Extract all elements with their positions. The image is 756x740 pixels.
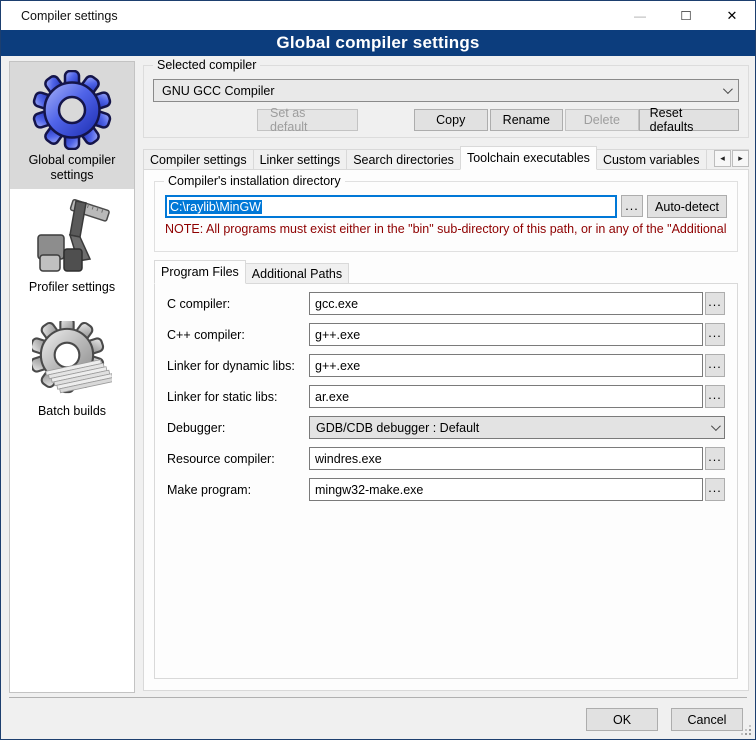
field-label: Make program:: [167, 483, 309, 497]
field-label: C++ compiler:: [167, 328, 309, 342]
sidebar-item-label: Profiler settings: [29, 280, 115, 295]
program-files-pane: C compiler: gcc.exe ... C++ compiler: g+…: [154, 283, 738, 679]
field-row-debugger: Debugger: GDB/CDB debugger : Default: [167, 416, 725, 439]
gear-stack-icon: [32, 321, 112, 401]
sidebar-item-label: Global compiler settings: [12, 153, 132, 183]
chevron-down-icon: [723, 84, 733, 94]
compiler-buttons-row: Set as default Copy Rename Delete Reset …: [153, 109, 739, 131]
dynamic-linker-input[interactable]: g++.exe: [309, 354, 703, 377]
field-label: Debugger:: [167, 421, 309, 435]
dialog-body: Global compiler settings Profiler settin…: [1, 56, 755, 739]
ellipsis-icon: ...: [708, 481, 721, 495]
installation-directory-row: C:\raylib\MinGW ... Auto-detect: [165, 195, 727, 218]
auto-detect-button[interactable]: Auto-detect: [647, 195, 727, 218]
ellipsis-icon: ...: [708, 450, 721, 464]
browse-static-linker-button[interactable]: ...: [705, 385, 725, 408]
page-title: Global compiler settings: [276, 33, 479, 53]
installation-directory-input[interactable]: C:\raylib\MinGW: [165, 195, 617, 218]
maximize-icon[interactable]: □: [663, 1, 709, 30]
settings-tabs: Compiler settings Linker settings Search…: [143, 146, 749, 170]
chevron-down-icon: [711, 421, 721, 431]
sidebar-item-global-compiler-settings[interactable]: Global compiler settings: [10, 62, 134, 189]
ok-button[interactable]: OK: [586, 708, 658, 731]
c-compiler-input[interactable]: gcc.exe: [309, 292, 703, 315]
minimize-icon[interactable]: —: [617, 1, 663, 30]
main-content: Selected compiler GNU GCC Compiler Set a…: [143, 56, 749, 691]
footer-buttons: OK Cancel: [586, 708, 743, 731]
tab-program-files[interactable]: Program Files: [154, 260, 246, 284]
settings-category-list: Global compiler settings Profiler settin…: [9, 61, 135, 693]
tab-linker-settings[interactable]: Linker settings: [253, 149, 348, 170]
browse-directory-button[interactable]: ...: [621, 195, 643, 217]
tab-custom-variables[interactable]: Custom variables: [596, 149, 707, 170]
tab-scroll-left-icon[interactable]: ◂: [714, 150, 731, 167]
sidebar-item-label: Batch builds: [38, 404, 106, 419]
field-row-c-compiler: C compiler: gcc.exe ...: [167, 292, 725, 315]
field-row-make-program: Make program: mingw32-make.exe ...: [167, 478, 725, 501]
field-row-resource-compiler: Resource compiler: windres.exe ...: [167, 447, 725, 470]
cpp-compiler-input[interactable]: g++.exe: [309, 323, 703, 346]
browse-make-program-button[interactable]: ...: [705, 478, 725, 501]
browse-c-compiler-button[interactable]: ...: [705, 292, 725, 315]
ellipsis-icon: ...: [708, 326, 721, 340]
group-legend: Selected compiler: [153, 58, 260, 73]
compiler-settings-dialog: Compiler settings — □ ✕ Global compiler …: [0, 0, 756, 740]
program-files-tabs: Program Files Additional Paths: [154, 260, 738, 284]
close-icon[interactable]: ✕: [709, 1, 755, 30]
group-legend: Compiler's installation directory: [164, 174, 345, 189]
tab-scroll-right-icon[interactable]: ▸: [732, 150, 749, 167]
compiler-select[interactable]: GNU GCC Compiler: [153, 79, 739, 102]
sidebar-item-profiler-settings[interactable]: Profiler settings: [10, 189, 134, 301]
window-title: Compiler settings: [21, 9, 118, 23]
gear-blue-icon: [32, 70, 112, 150]
caliper-icon: [32, 197, 112, 277]
tab-compiler-settings[interactable]: Compiler settings: [143, 149, 254, 170]
ellipsis-icon: ...: [708, 357, 721, 371]
field-row-cpp-compiler: C++ compiler: g++.exe ...: [167, 323, 725, 346]
sidebar-item-batch-builds[interactable]: Batch builds: [10, 313, 134, 425]
footer-divider: [9, 697, 747, 698]
dialog-header: Global compiler settings: [1, 30, 755, 56]
bin-subdirectory-note: NOTE: All programs must exist either in …: [165, 222, 727, 236]
browse-resource-compiler-button[interactable]: ...: [705, 447, 725, 470]
debugger-select-value: GDB/CDB debugger : Default: [316, 421, 479, 435]
tab-search-directories[interactable]: Search directories: [346, 149, 461, 170]
set-as-default-button[interactable]: Set as default: [257, 109, 358, 131]
static-linker-input[interactable]: ar.exe: [309, 385, 703, 408]
ellipsis-icon: ...: [625, 199, 638, 213]
resize-grip[interactable]: [741, 725, 751, 735]
cancel-button[interactable]: Cancel: [671, 708, 743, 731]
field-label: Resource compiler:: [167, 452, 309, 466]
tab-scroll-arrows: ◂ ▸: [711, 150, 749, 167]
selected-compiler-group: Selected compiler GNU GCC Compiler Set a…: [143, 65, 749, 138]
ellipsis-icon: ...: [708, 295, 721, 309]
ellipsis-icon: ...: [708, 388, 721, 402]
selected-text: C:\raylib\MinGW: [169, 200, 262, 214]
browse-dynamic-linker-button[interactable]: ...: [705, 354, 725, 377]
toolchain-executables-pane: Compiler's installation directory C:\ray…: [143, 169, 749, 691]
reset-defaults-button[interactable]: Reset defaults: [639, 109, 739, 131]
make-program-input[interactable]: mingw32-make.exe: [309, 478, 703, 501]
tab-additional-paths[interactable]: Additional Paths: [245, 263, 349, 284]
tab-toolchain-executables[interactable]: Toolchain executables: [460, 146, 597, 170]
field-row-dynamic-linker: Linker for dynamic libs: g++.exe ...: [167, 354, 725, 377]
installation-directory-group: Compiler's installation directory C:\ray…: [154, 181, 738, 252]
delete-button[interactable]: Delete: [565, 109, 639, 131]
titlebar[interactable]: Compiler settings — □ ✕: [1, 1, 755, 30]
field-label: Linker for static libs:: [167, 390, 309, 404]
field-label: C compiler:: [167, 297, 309, 311]
compiler-select-value: GNU GCC Compiler: [162, 84, 275, 98]
debugger-select[interactable]: GDB/CDB debugger : Default: [309, 416, 725, 439]
resource-compiler-input[interactable]: windres.exe: [309, 447, 703, 470]
rename-button[interactable]: Rename: [490, 109, 564, 131]
field-label: Linker for dynamic libs:: [167, 359, 309, 373]
field-row-static-linker: Linker for static libs: ar.exe ...: [167, 385, 725, 408]
window-controls: — □ ✕: [617, 1, 755, 30]
copy-button[interactable]: Copy: [414, 109, 488, 131]
browse-cpp-compiler-button[interactable]: ...: [705, 323, 725, 346]
